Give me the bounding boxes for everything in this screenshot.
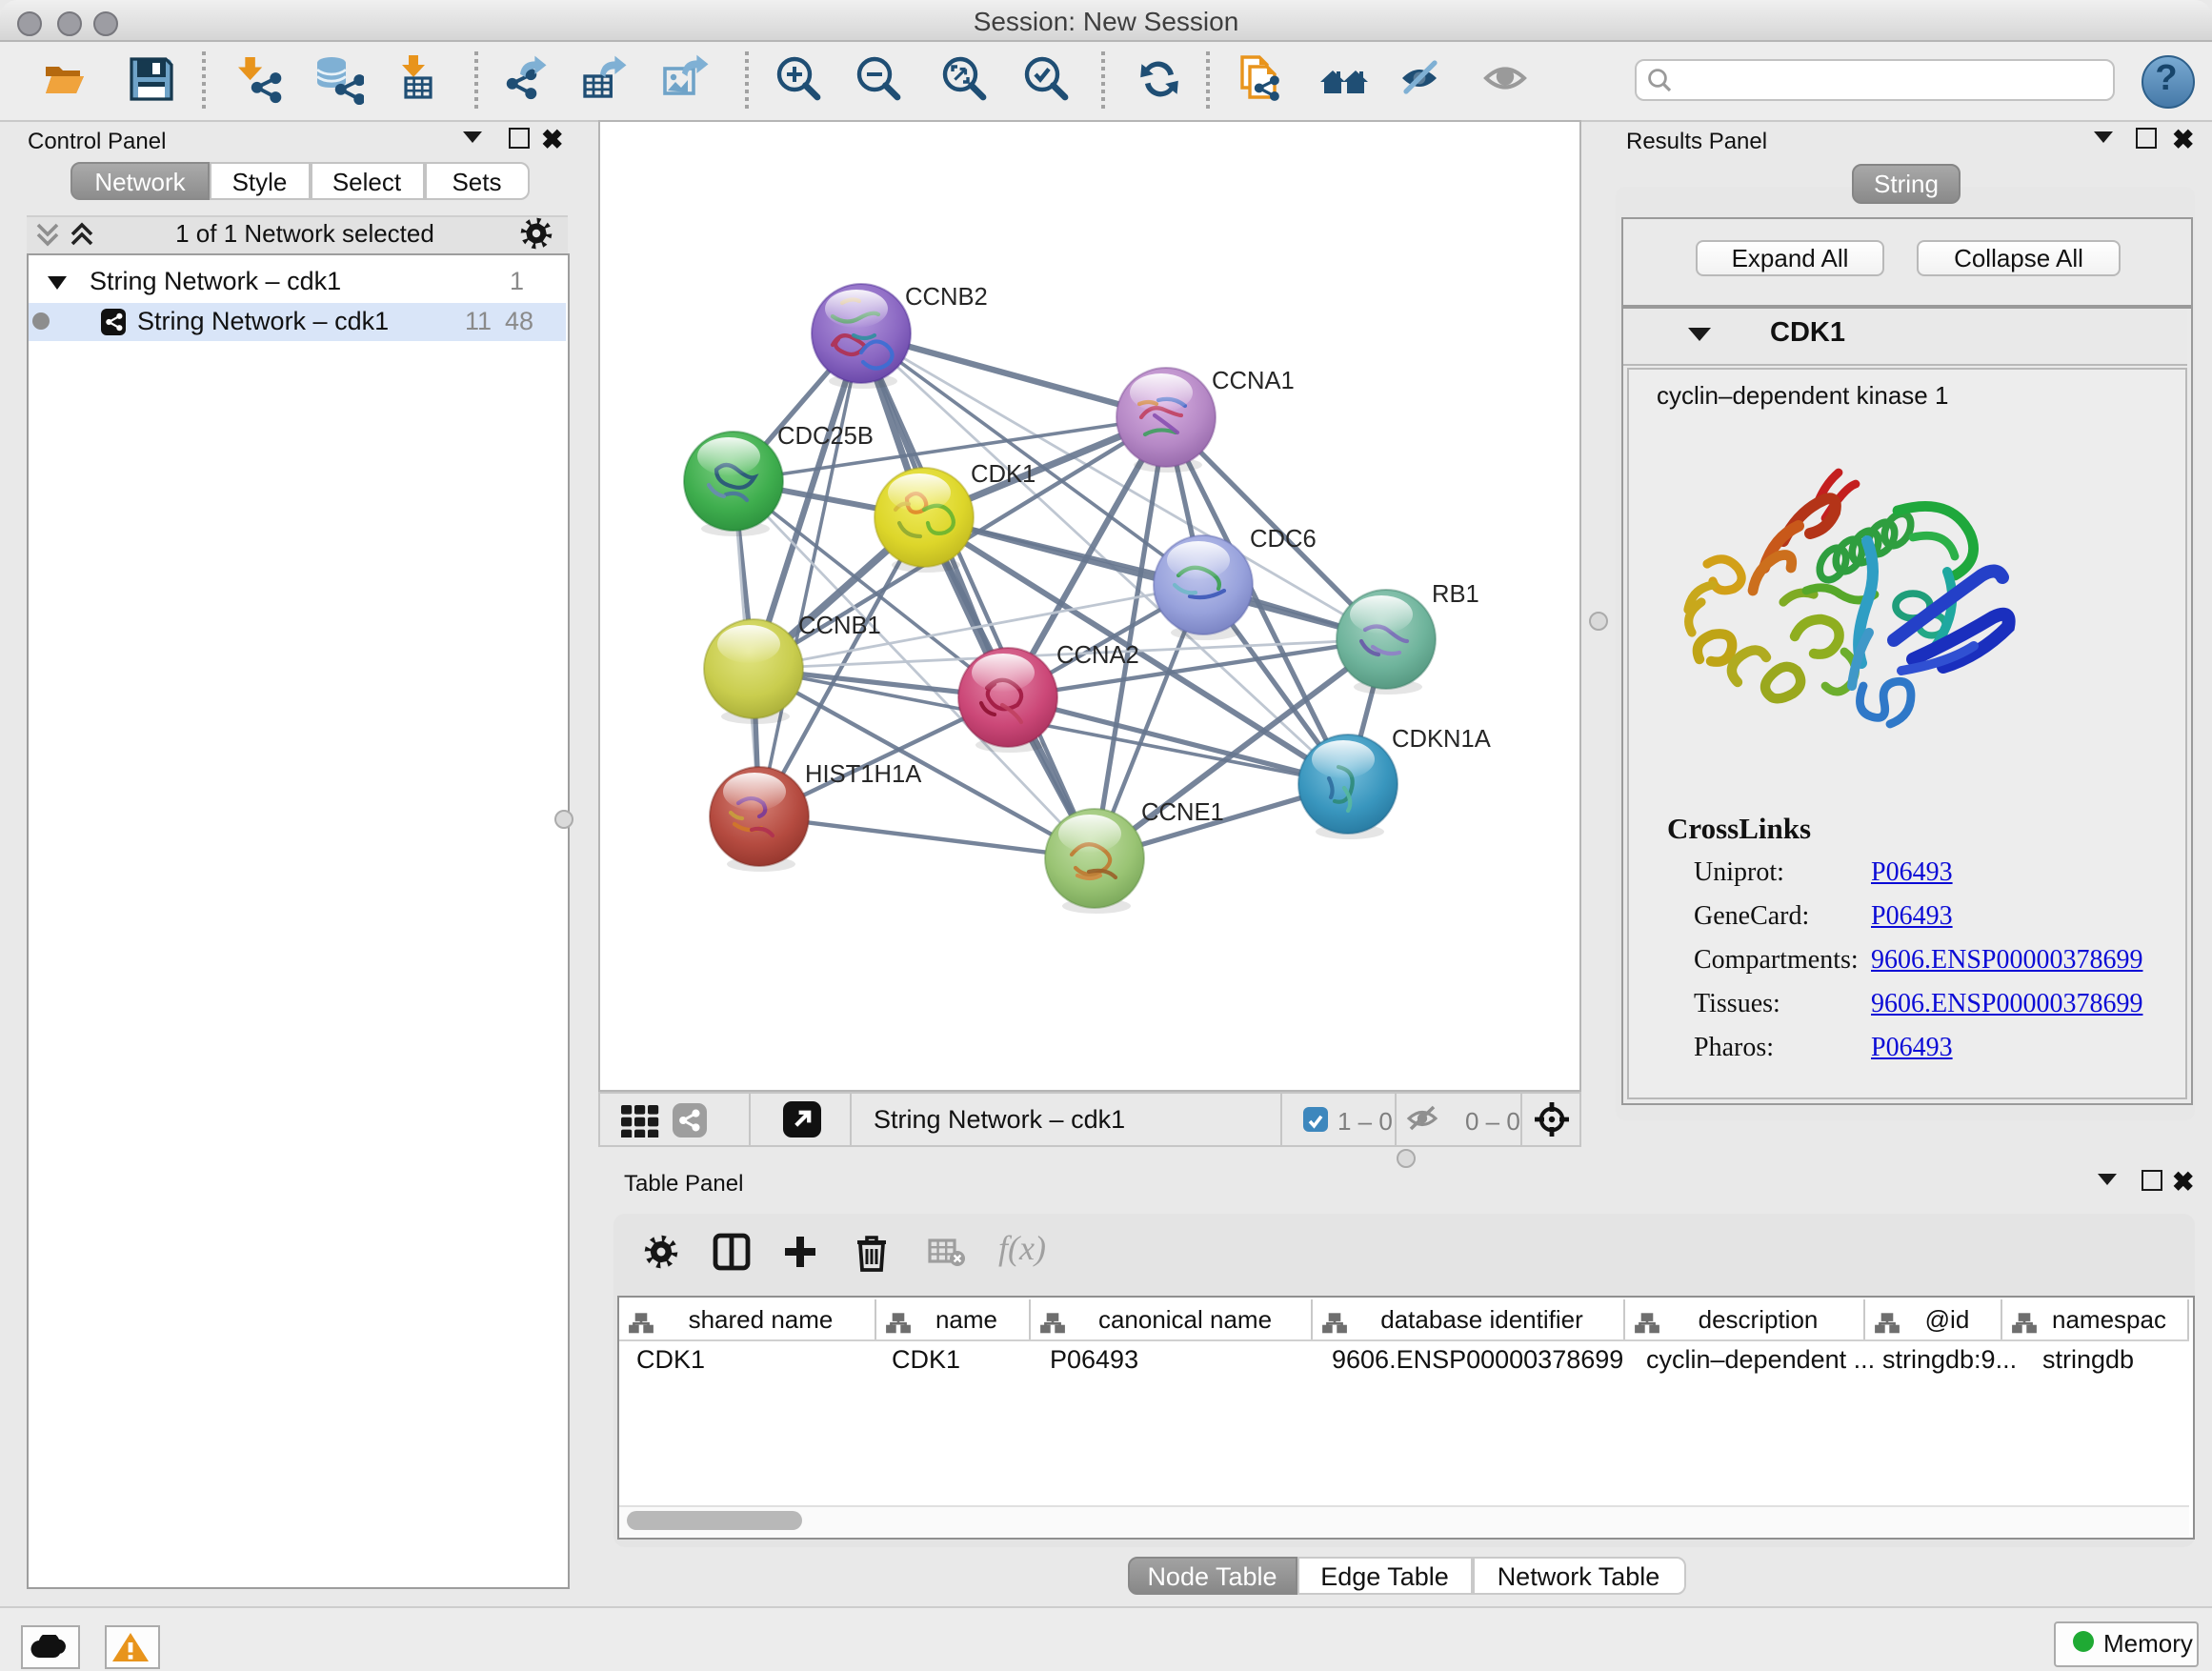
- svg-text:HIST1H1A: HIST1H1A: [805, 761, 922, 788]
- svg-text:RB1: RB1: [1432, 581, 1479, 608]
- svg-text:CDK1: CDK1: [971, 461, 1036, 488]
- svg-text:CCNE1: CCNE1: [1141, 799, 1224, 826]
- svg-text:CDKN1A: CDKN1A: [1392, 726, 1492, 753]
- svg-text:CDC6: CDC6: [1250, 526, 1317, 553]
- svg-text:CCNA2: CCNA2: [1056, 642, 1139, 669]
- svg-text:CCNA1: CCNA1: [1212, 368, 1295, 394]
- svg-text:CDC25B: CDC25B: [777, 423, 874, 450]
- svg-text:CCNB2: CCNB2: [905, 284, 988, 311]
- svg-text:CCNB1: CCNB1: [798, 613, 881, 639]
